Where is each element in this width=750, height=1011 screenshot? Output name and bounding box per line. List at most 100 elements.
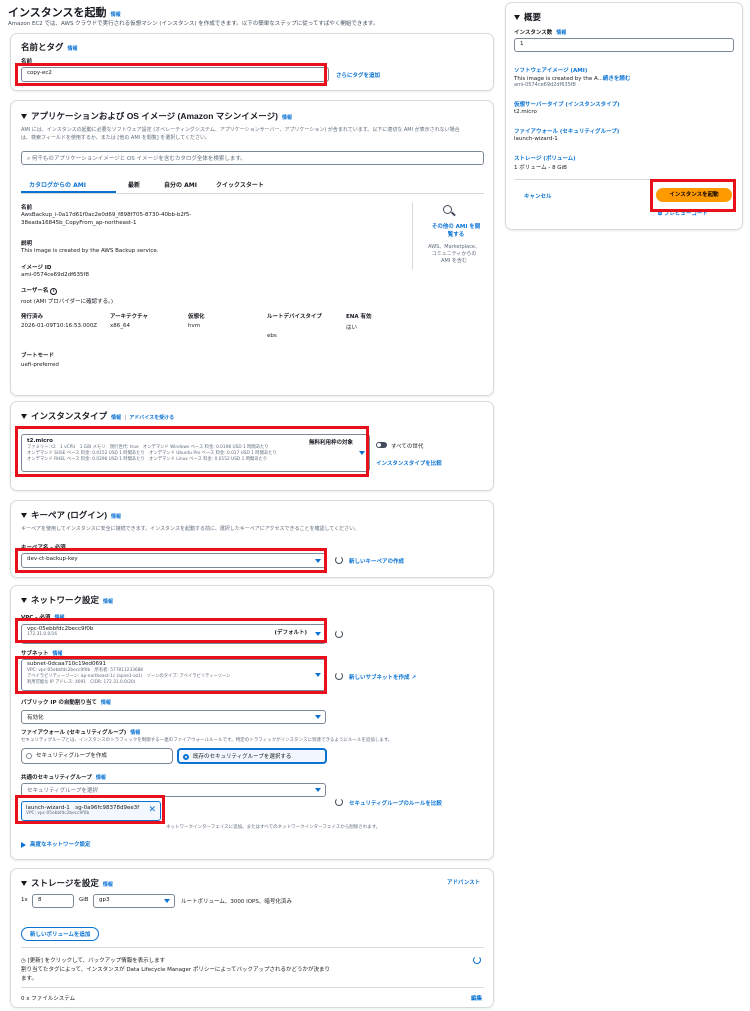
create-key-pair-link[interactable]: 新しいキーペアの作成 xyxy=(349,557,404,565)
all-generations-toggle[interactable] xyxy=(376,442,387,448)
collapse-icon[interactable] xyxy=(21,513,27,519)
volume-size-input[interactable]: 8 xyxy=(32,894,74,908)
key-pair-select[interactable]: dev-ct-backup-key xyxy=(21,553,326,568)
refresh-icon[interactable] xyxy=(335,630,343,638)
tab-my-ami[interactable]: 自分の AMI xyxy=(164,180,197,189)
info-circle-icon[interactable]: i xyxy=(50,288,58,295)
advanced-network-link[interactable]: 高度なネットワーク設定 xyxy=(21,840,91,848)
add-volume-button[interactable]: 新しいボリュームを追加 xyxy=(21,927,100,941)
advice-link[interactable]: アドバイスを受ける xyxy=(129,415,174,421)
ena-label: ENA 有効 xyxy=(346,314,372,320)
key-pair-info-link[interactable]: 情報 xyxy=(111,514,121,520)
key-pair-panel: キーペア (ログイン) 情報 キーペアを使用してインスタンスに安全に接続できます。… xyxy=(10,500,494,578)
vpc-select[interactable]: vpc-05ebbfdc2becc9f0b 172.31.0.0/16 (デフォ… xyxy=(21,624,326,644)
chevron-down-icon xyxy=(315,715,321,719)
summary-ami-link[interactable]: ソフトウェアイメージ (AMI) xyxy=(514,66,587,74)
instance-type-info-link[interactable]: 情報 xyxy=(111,415,121,421)
cancel-button[interactable]: キャンセル xyxy=(524,192,552,200)
user-name-value: root (AMI プロバイダーに確認する。) xyxy=(21,299,113,305)
network-title: ネットワーク設定 情報 xyxy=(21,594,113,606)
collapse-icon[interactable] xyxy=(21,114,27,120)
vpc-default-badge: (デフォルト) xyxy=(274,630,307,636)
radio-selected-icon xyxy=(183,754,189,760)
chevron-down-icon xyxy=(164,899,170,903)
refresh-icon[interactable] xyxy=(335,672,343,680)
page-title: インスタンスを起動 情報 xyxy=(8,7,121,19)
user-name-label: ユーザー名 i xyxy=(21,286,58,295)
vpc-info-link[interactable]: 情報 xyxy=(54,615,64,621)
refresh-icon[interactable] xyxy=(335,556,343,564)
subnet-info-link[interactable]: 情報 xyxy=(53,651,63,657)
sg-select[interactable]: セキュリティグループを選択 xyxy=(21,783,326,797)
summary-title: 概要 xyxy=(514,11,541,23)
preview-code-link[interactable]: ⧉ プレビューコード xyxy=(658,209,708,218)
storage-panel: ストレージを設定 情報 アドバンスト 1x 8 GiB gp3 ルートボリューム、… xyxy=(10,868,494,1008)
sg-existing-radio[interactable]: 既存のセキュリティグループを選択する xyxy=(177,748,327,764)
ena-value: はい xyxy=(346,325,358,331)
instance-type-select[interactable]: t2.micro 無料利用枠の対象 ファミリー: t2 1 vCPU 1 GiB… xyxy=(21,434,370,472)
ami-desc-label: 説明 xyxy=(21,241,33,247)
tab-recent[interactable]: 最新 xyxy=(128,180,140,189)
virt-label: 仮想化 xyxy=(188,314,205,320)
volume-desc: ルートボリューム、3000 IOPS、暗号化済み xyxy=(181,899,292,905)
tab-quickstart[interactable]: クイックスタート xyxy=(216,180,264,189)
create-subnet-link[interactable]: 新しいサブネットを作成 ↗ xyxy=(349,673,416,681)
storage-info-link[interactable]: 情報 xyxy=(103,882,113,888)
expand-icon xyxy=(21,841,26,848)
summary-vtype-link[interactable]: 仮想サーバータイプ (インスタンスタイプ) xyxy=(514,100,620,108)
instance-count-label: インスタンス数 情報 xyxy=(514,30,567,36)
name-input[interactable]: copy-ec2 xyxy=(21,67,329,82)
volume-type-select[interactable]: gp3 xyxy=(93,894,175,908)
ami-search-input[interactable]: ⌕ 何千ものアプリケーションイメージと OS イメージを含むカタログ全体を検索し… xyxy=(21,151,484,165)
image-id-label: イメージ ID xyxy=(21,265,52,271)
tab-catalog-ami[interactable]: カタログからの AMI xyxy=(29,180,86,189)
browse-ami-note: AWS、Marketplace、 コミュニティからの AMI を含む xyxy=(428,244,480,264)
ami-name-label: 名前 xyxy=(21,205,33,211)
summary-storage-link[interactable]: ストレージ (ボリューム) xyxy=(514,154,576,162)
chevron-down-icon xyxy=(315,673,321,677)
root-device-label: ルートデバイスタイプ xyxy=(267,314,322,320)
summary-panel: 概要 インスタンス数 情報 1 ソフトウェアイメージ (AMI) This ima… xyxy=(505,2,743,230)
public-ip-info-link[interactable]: 情報 xyxy=(101,700,111,706)
ami-info-link[interactable]: 情報 xyxy=(282,115,292,121)
read-more-link[interactable]: 続きを読む xyxy=(603,76,631,82)
backup-info-2: 割り当てたタグによって、インスタンスが Data Lifecycle Manag… xyxy=(21,967,330,973)
ami-panel: アプリケーションおよび OS イメージ (Amazon マシンイメージ) 情報 A… xyxy=(10,100,494,396)
virt-value: hvm xyxy=(188,323,201,329)
instance-count-info-link[interactable]: 情報 xyxy=(556,30,566,36)
summary-fw-link[interactable]: ファイアウォール (セキュリティグループ) xyxy=(514,127,619,135)
collapse-icon[interactable] xyxy=(21,881,27,887)
compare-sg-rules-link[interactable]: セキュリティグループのルールを比較 xyxy=(349,799,442,807)
common-sg-info-link[interactable]: 情報 xyxy=(96,775,106,781)
storage-advanced-link[interactable]: アドバンスト xyxy=(447,878,480,886)
network-info-link[interactable]: 情報 xyxy=(103,599,113,605)
refresh-icon[interactable] xyxy=(473,956,481,964)
sg-token: launch-wizard-1 sg-0a96fc98378d9ee3f VPC… xyxy=(21,801,161,821)
external-link-icon: ↗ xyxy=(411,675,417,681)
root-device-value: ebs xyxy=(267,333,277,339)
name-label: 名前 xyxy=(21,59,33,65)
summary-divider xyxy=(514,179,736,180)
refresh-icon[interactable] xyxy=(335,798,343,806)
add-tags-link[interactable]: さらにタグを追加 xyxy=(336,71,380,79)
collapse-icon[interactable] xyxy=(514,15,520,21)
public-ip-select[interactable]: 有効化 xyxy=(21,710,326,724)
close-icon[interactable]: ✕ xyxy=(148,805,156,815)
network-panel: ネットワーク設定 情報 VPC - 必須 情報 vpc-05ebbfdc2becc9… xyxy=(10,585,494,860)
filesystems-edit-link[interactable]: 編集 xyxy=(471,994,482,1002)
launch-instance-button[interactable]: インスタンスを起動 xyxy=(656,188,732,202)
page-info-link[interactable]: 情報 xyxy=(111,12,121,18)
sg-create-radio[interactable]: セキュリティグループを作成 xyxy=(21,748,173,764)
common-sg-label: 共通のセキュリティグループ 情報 xyxy=(21,775,106,781)
compare-instance-link[interactable]: インスタンスタイプを比較 xyxy=(376,459,442,467)
ami-desc-2: は、検索フィールドを使用するか、または [他の AMI を閲覧] を選択してくだ… xyxy=(21,135,210,141)
ami-desc-value: This image is created by the AWS Backup … xyxy=(21,248,159,254)
collapse-icon[interactable] xyxy=(21,598,27,604)
instance-count-input[interactable]: 1 xyxy=(514,38,734,52)
collapse-icon[interactable] xyxy=(21,414,27,420)
chevron-down-icon xyxy=(315,788,321,792)
firewall-info-link[interactable]: 情報 xyxy=(130,730,140,736)
browse-ami-link[interactable]: その他の AMI を閲 覧する xyxy=(425,222,487,238)
name-tags-info-link[interactable]: 情報 xyxy=(68,46,78,52)
subnet-select[interactable]: subnet-0dcaa710c19ed0691 VPC: vpc-05ebbf… xyxy=(21,659,326,691)
